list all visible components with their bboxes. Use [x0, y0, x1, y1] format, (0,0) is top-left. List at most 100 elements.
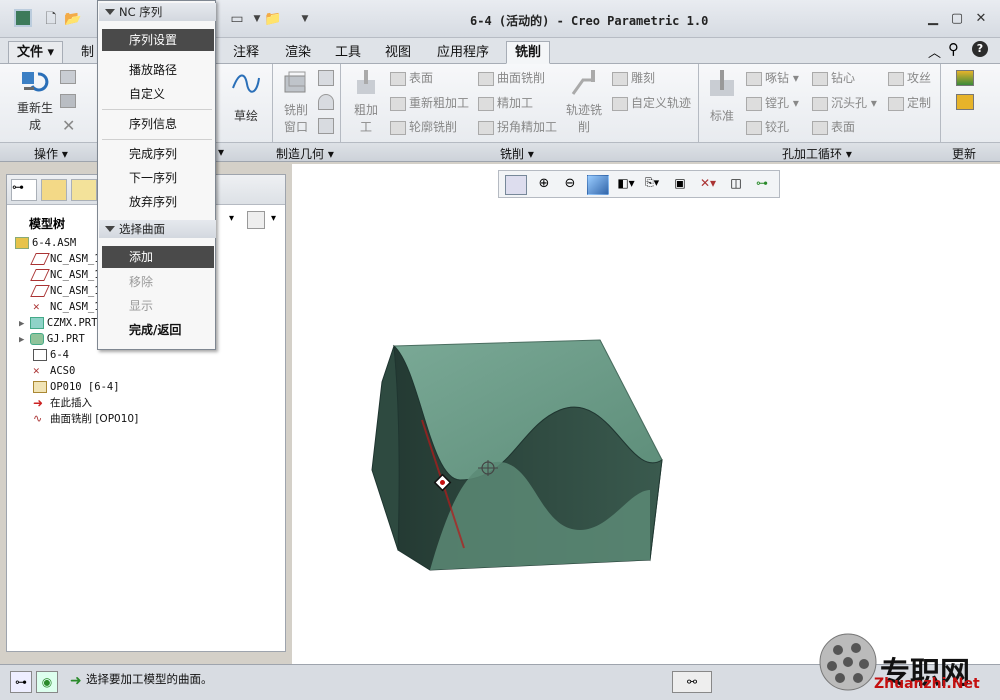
window-icon[interactable]: ▭ [228, 10, 246, 28]
group-holemaking[interactable]: 孔加工循环 ▾ [782, 145, 852, 162]
find-icon[interactable]: ⚯ [672, 671, 712, 693]
paste-icon[interactable] [60, 94, 76, 108]
regenerate-button[interactable]: 重新生 成 [12, 68, 58, 138]
group-mfg-geometry[interactable]: 制造几何 ▾ [276, 145, 334, 162]
menu-item-remove[interactable]: 移除 [102, 271, 214, 293]
tree-row-assembly[interactable]: 6-4.ASM [15, 235, 76, 251]
tree-row-csys[interactable]: ✕ NC_ASM_1 [33, 299, 101, 315]
menu-item-play-path[interactable]: 播放路径 [102, 59, 214, 81]
menu-item-next-seq[interactable]: 下一序列 [102, 167, 214, 189]
refit-icon[interactable] [505, 175, 527, 195]
tree-row-datum[interactable]: NC_ASM_1 [30, 283, 101, 299]
surface-mill-button[interactable]: 曲面铣削 [478, 69, 545, 86]
tree-row-insert-here[interactable]: ➜ 在此插入 [33, 395, 92, 411]
close-icon[interactable]: ✕ [970, 10, 992, 28]
workpiece-model[interactable] [360, 330, 680, 580]
folder-icon[interactable]: 📁 [264, 10, 282, 28]
folder-browser-tab-icon[interactable] [41, 179, 67, 201]
tab-file[interactable]: 文件 ▾ [8, 41, 64, 64]
expand-arrow-icon[interactable]: ▶ [19, 319, 30, 329]
bore-button[interactable]: 镗孔 ▾ [746, 94, 799, 111]
menu-item-show[interactable]: 显示 [102, 295, 214, 317]
custom-trajectory-button[interactable]: 自定义轨迹 [612, 94, 691, 111]
hole-face-button[interactable]: 表面 [812, 118, 855, 135]
menu-item-done-seq[interactable]: 完成序列 [102, 143, 214, 165]
spin-center-icon[interactable]: ⊶ [751, 175, 773, 195]
re-rough-button[interactable]: 重新粗加工 [390, 94, 469, 111]
group-update[interactable]: 更新 [952, 145, 976, 162]
tab-tools[interactable]: 工具 [326, 41, 370, 64]
tab-render[interactable]: 渲染 [276, 41, 320, 64]
customize-icon[interactable]: ▼ [296, 10, 314, 28]
trajectory-mill-button[interactable]: 轨迹铣 削 [562, 70, 606, 140]
menu-header-nc-sequence[interactable]: NC 序列 [99, 3, 216, 21]
update-icon-1[interactable] [956, 70, 974, 86]
tab-applications[interactable]: 应用程序 [428, 41, 498, 64]
countersink-button[interactable]: 沉头孔 ▾ [812, 94, 877, 111]
collapse-ribbon-icon[interactable]: ︿ [928, 42, 941, 61]
standard-drill-button[interactable]: 标准 [704, 70, 740, 140]
tab-annotate[interactable]: 注释 [224, 41, 268, 64]
display-style-icon[interactable]: ◧▾ [615, 175, 637, 195]
tree-filter-icon[interactable] [247, 211, 265, 229]
saved-orientations-icon[interactable]: ⎘▾ [641, 175, 663, 195]
tree-row-csys[interactable]: ✕ ACS0 [33, 363, 75, 379]
ream-button[interactable]: 铰孔 [746, 118, 789, 135]
menu-item-seq-info[interactable]: 序列信息 [102, 113, 214, 135]
tree-row-part[interactable]: ▶ CZMX.PRT [19, 315, 97, 331]
tree-row-part[interactable]: ▶ GJ.PRT [19, 331, 85, 347]
profile-mill-button[interactable]: 轮廓铣削 [390, 118, 457, 135]
minimize-icon[interactable]: ▁ [922, 10, 944, 28]
finishing-button[interactable]: 精加工 [478, 94, 533, 111]
zoom-out-icon[interactable]: ⊖ [559, 175, 581, 195]
view-manager-icon[interactable]: ▣ [669, 175, 691, 195]
maximize-icon[interactable]: ▢ [946, 10, 968, 28]
annotation-display-icon[interactable]: ◫ [725, 175, 747, 195]
zoom-in-icon[interactable]: ⊕ [533, 175, 555, 195]
open-file-icon[interactable]: 📂 [64, 10, 82, 28]
tab-milling[interactable]: 铣削 [506, 41, 551, 64]
mill-window-button[interactable]: 铣削 窗口 [276, 70, 316, 140]
custom-cycle-button[interactable]: 定制 [888, 94, 931, 111]
peck-button[interactable]: 啄钻 ▾ [746, 69, 799, 86]
sketch-button[interactable]: 草绘 [226, 70, 266, 130]
copy-icon[interactable] [60, 70, 76, 84]
group-datum-arrow[interactable]: ▾ [218, 145, 224, 159]
menu-item-quit-seq[interactable]: 放弃序列 [102, 191, 214, 213]
browser-toggle-icon[interactable]: ◉ [36, 671, 58, 693]
group-milling[interactable]: 铣削 ▾ [500, 145, 534, 162]
model-tree-tab-icon[interactable]: ⊶ [11, 179, 37, 201]
group-operations[interactable]: 操作 ▾ [34, 145, 68, 162]
tap-button[interactable]: 攻丝 [888, 69, 931, 86]
datum-display-icon[interactable]: ✕▾ [697, 175, 719, 195]
menu-header-select-surface[interactable]: 选择曲面 [99, 220, 216, 238]
tree-row-operation[interactable]: OP010 [6-4] [33, 379, 120, 395]
tree-settings-icon[interactable]: ▾ [229, 213, 241, 229]
face-mill-button[interactable]: 表面 [390, 69, 433, 86]
expand-arrow-icon[interactable]: ▶ [19, 335, 30, 345]
engrave-button[interactable]: 雕刻 [612, 69, 655, 86]
tree-row-workcell[interactable]: 6-4 [33, 347, 69, 363]
menu-item-done-return[interactable]: 完成/返回 [102, 319, 214, 341]
center-drill-button[interactable]: 钻心 [812, 69, 855, 86]
menu-item-seq-setup[interactable]: 序列设置 [102, 29, 214, 51]
menu-item-customize[interactable]: 自定义 [102, 83, 214, 105]
corner-finish-button[interactable]: 拐角精加工 [478, 118, 557, 135]
tree-row-datum[interactable]: NC_ASM_1 [30, 267, 101, 283]
repaint-icon[interactable] [587, 175, 609, 195]
update-icon-2[interactable] [956, 94, 974, 110]
delete-icon[interactable]: ✕ [62, 116, 75, 135]
rough-button[interactable]: 粗加 工 [346, 70, 386, 140]
tree-row-datum[interactable]: NC_ASM_1 [30, 251, 101, 267]
favorites-tab-icon[interactable] [71, 179, 97, 201]
model-tree-toggle-icon[interactable]: ⊶ [10, 671, 32, 693]
tab-view[interactable]: 视图 [376, 41, 420, 64]
mill-surface-icon[interactable] [318, 94, 334, 110]
tree-row-surface-mill[interactable]: ∿ 曲面铣削 [OP010] [33, 411, 138, 427]
menu-item-add[interactable]: 添加 [102, 246, 214, 268]
help-icon[interactable]: ? [972, 41, 988, 57]
search-icon[interactable]: ⚲ [948, 40, 959, 58]
mill-copy-icon[interactable] [318, 118, 334, 134]
new-file-icon[interactable]: 🗋 [42, 10, 60, 28]
tree-filter-dropdown-icon[interactable]: ▾ [271, 213, 276, 224]
